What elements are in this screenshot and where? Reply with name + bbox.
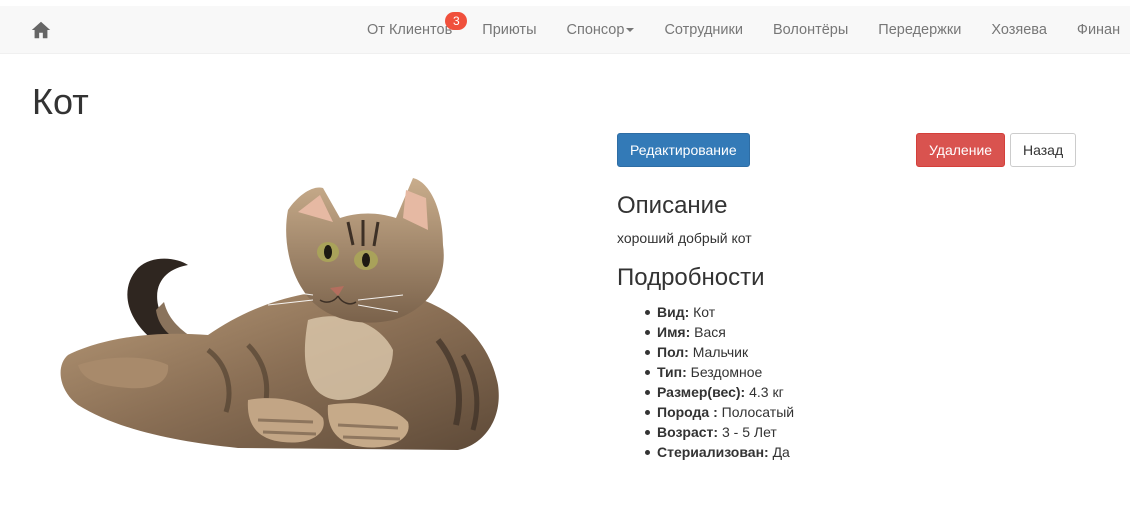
detail-item-name: Имя: Вася [644, 322, 794, 342]
nav-item-label: Сотрудники [664, 22, 743, 38]
notification-badge: 3 [445, 12, 468, 30]
top-navbar: От Клиентов 3 Приюты Спонсор Сотрудники … [0, 6, 1130, 54]
nav-item-from-clients[interactable]: От Клиентов 3 [352, 6, 468, 53]
nav-item-label: Финан [1076, 22, 1121, 38]
detail-value: Бездомное [690, 364, 763, 380]
details-heading: Подробности [617, 264, 765, 291]
nav-item-label: От Клиентов [367, 22, 453, 38]
description-text: хороший добрый кот [617, 230, 752, 246]
detail-item-sex: Пол: Мальчик [644, 342, 794, 362]
detail-key: Размер(вес): [657, 384, 746, 400]
detail-key: Возраст: [657, 424, 719, 440]
nav-item-label: Хозяева [991, 22, 1047, 38]
nav-item-foster[interactable]: Передержки [863, 6, 976, 53]
detail-value: 4.3 кг [749, 384, 784, 400]
detail-key: Пол: [657, 344, 689, 360]
description-heading: Описание [617, 192, 728, 219]
nav-item-owners[interactable]: Хозяева [976, 6, 1062, 53]
detail-key: Тип: [657, 364, 687, 380]
detail-item-weight: Размер(вес): 4.3 кг [644, 382, 794, 402]
detail-value: Полосатый [721, 404, 795, 420]
nav-item-label: Приюты [482, 22, 537, 38]
nav-item-volunteers[interactable]: Волонтёры [758, 6, 863, 53]
detail-key: Порода : [657, 404, 718, 420]
detail-item-sterilized: Стериализован: Да [644, 442, 794, 462]
detail-value: 3 - 5 Лет [721, 424, 777, 440]
caret-down-icon [626, 28, 635, 33]
back-button[interactable]: Назад [1010, 133, 1077, 167]
nav-item-sponsor[interactable]: Спонсор [552, 6, 650, 53]
home-icon[interactable] [30, 19, 52, 41]
detail-value: Мальчик [692, 344, 749, 360]
detail-value: Вася [694, 324, 726, 340]
page-title: Кот [32, 81, 89, 122]
nav-menu: От Клиентов 3 Приюты Спонсор Сотрудники … [352, 6, 1130, 53]
detail-item-species: Вид: Кот [644, 302, 794, 322]
detail-value: Да [772, 444, 790, 460]
detail-item-breed: Порода : Полосатый [644, 402, 795, 422]
detail-item-age: Возраст: 3 - 5 Лет [644, 422, 794, 442]
detail-item-type: Тип: Бездомное [644, 362, 794, 382]
detail-key: Имя: [657, 324, 691, 340]
nav-item-label: Спонсор [566, 22, 625, 38]
nav-item-finance[interactable]: Финан [1062, 6, 1130, 53]
detail-key: Стериализован: [657, 444, 769, 460]
details-list: Вид: Кот Имя: Вася Пол: Мальчик Тип: Без… [644, 302, 795, 462]
nav-item-shelters[interactable]: Приюты [467, 6, 551, 53]
detail-value: Кот [693, 304, 716, 320]
nav-item-staff[interactable]: Сотрудники [649, 6, 758, 53]
detail-key: Вид: [657, 304, 690, 320]
nav-item-label: Волонтёры [772, 22, 849, 38]
delete-button[interactable]: Удаление [916, 133, 1006, 167]
nav-item-label: Передержки [878, 22, 962, 38]
cat-photo [60, 178, 499, 450]
edit-button[interactable]: Редактирование [617, 133, 750, 167]
